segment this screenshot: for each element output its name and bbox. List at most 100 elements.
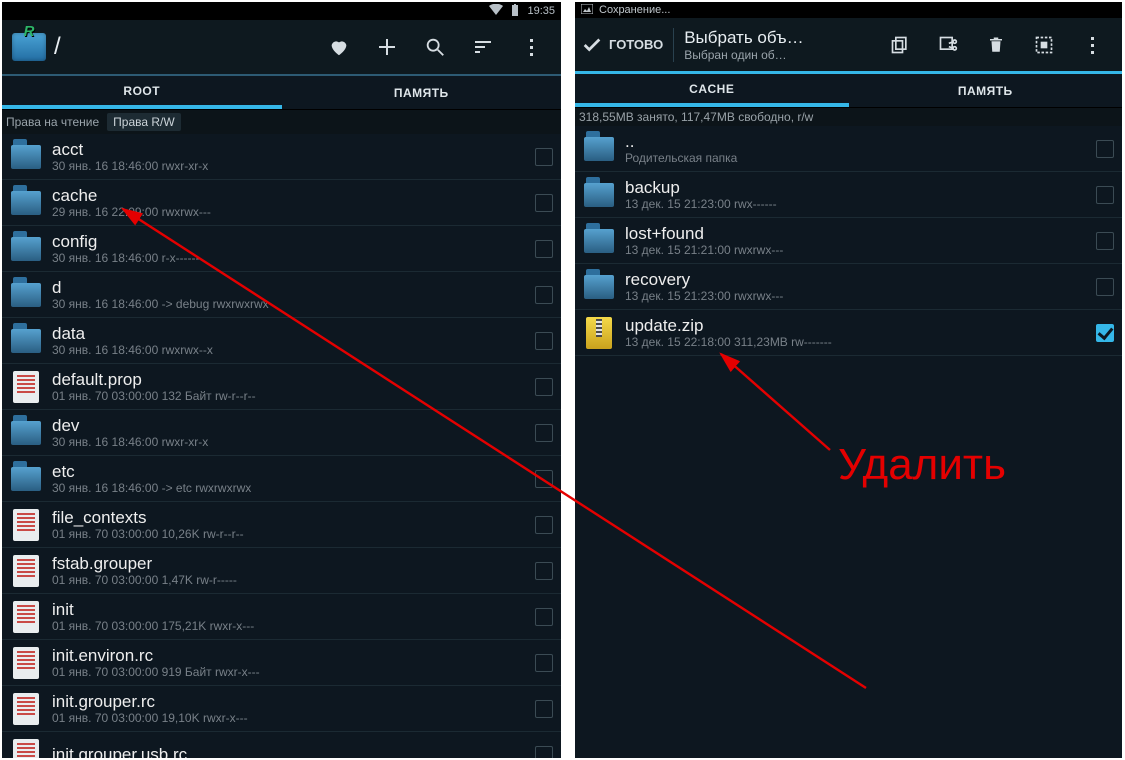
folder-icon	[579, 267, 619, 307]
item-name: d	[52, 278, 535, 297]
item-checkbox[interactable]	[1096, 324, 1114, 342]
item-meta: 13 дек. 15 21:23:00 rwx------	[625, 197, 1096, 211]
battery-icon	[511, 4, 519, 19]
list-item[interactable]: init01 янв. 70 03:00:00 175,21K rwxr-x--…	[2, 594, 561, 640]
overflow-icon[interactable]	[1068, 21, 1116, 69]
delete-icon[interactable]	[972, 21, 1020, 69]
picture-icon	[581, 4, 593, 17]
item-checkbox[interactable]	[1096, 140, 1114, 158]
folder-icon	[579, 175, 619, 215]
selection-title[interactable]: Выбрать объ… Выбран один об…	[684, 28, 803, 62]
item-name: init	[52, 600, 535, 619]
list-item[interactable]: init.grouper.rc01 янв. 70 03:00:00 19,10…	[2, 686, 561, 732]
item-checkbox[interactable]	[535, 378, 553, 396]
item-checkbox[interactable]	[535, 240, 553, 258]
tabs-left: ROOT ПАМЯТЬ	[2, 76, 561, 110]
file-icon	[6, 597, 46, 637]
wifi-icon	[489, 4, 503, 18]
item-name: lost+found	[625, 224, 1096, 243]
item-checkbox[interactable]	[535, 700, 553, 718]
item-meta: 13 дек. 15 22:18:00 311,23MB rw-------	[625, 335, 1096, 349]
list-item[interactable]: cache29 янв. 16 22:09:00 rwxrwx---	[2, 180, 561, 226]
list-item[interactable]: init.environ.rc01 янв. 70 03:00:00 919 Б…	[2, 640, 561, 686]
search-icon[interactable]	[411, 23, 459, 71]
list-item[interactable]: backup13 дек. 15 21:23:00 rwx------	[575, 172, 1122, 218]
item-name: init.grouper.usb.rc	[52, 745, 535, 758]
list-item[interactable]: update.zip13 дек. 15 22:18:00 311,23MB r…	[575, 310, 1122, 356]
item-name: etc	[52, 462, 535, 481]
item-meta: 30 янв. 16 18:46:00 -> debug rwxrwxrwx	[52, 297, 535, 311]
item-checkbox[interactable]	[1096, 278, 1114, 296]
item-checkbox[interactable]	[535, 470, 553, 488]
item-name: acct	[52, 140, 535, 159]
folder-icon	[6, 229, 46, 269]
item-checkbox[interactable]	[535, 516, 553, 534]
item-checkbox[interactable]	[1096, 186, 1114, 204]
list-item[interactable]: d30 янв. 16 18:46:00 -> debug rwxrwxrwx	[2, 272, 561, 318]
folder-icon	[579, 221, 619, 261]
list-item[interactable]: config30 янв. 16 18:46:00 r-x------	[2, 226, 561, 272]
folder-icon	[6, 137, 46, 177]
item-checkbox[interactable]	[535, 286, 553, 304]
list-item[interactable]: lost+found13 дек. 15 21:21:00 rwxrwx---	[575, 218, 1122, 264]
item-checkbox[interactable]	[535, 562, 553, 580]
tab-root[interactable]: ROOT	[2, 76, 282, 109]
item-meta: 30 янв. 16 18:46:00 rwxr-xr-x	[52, 435, 535, 449]
sort-icon[interactable]	[459, 23, 507, 71]
folder-icon	[6, 459, 46, 499]
list-item[interactable]: recovery13 дек. 15 21:23:00 rwxrwx---	[575, 264, 1122, 310]
perm-read-label: Права на чтение	[6, 115, 99, 129]
item-checkbox[interactable]	[535, 194, 553, 212]
done-button[interactable]: ГОТОВО	[581, 34, 663, 56]
item-meta: 30 янв. 16 18:46:00 r-x------	[52, 251, 535, 265]
item-name: update.zip	[625, 316, 1096, 335]
item-name: dev	[52, 416, 535, 435]
list-item[interactable]: fstab.grouper01 янв. 70 03:00:00 1,47K r…	[2, 548, 561, 594]
item-checkbox[interactable]	[535, 608, 553, 626]
select-all-icon[interactable]	[1020, 21, 1068, 69]
list-item[interactable]: default.prop01 янв. 70 03:00:00 132 Байт…	[2, 364, 561, 410]
folder-icon	[579, 129, 619, 169]
file-list-right: ..Родительская папкаbackup13 дек. 15 21:…	[575, 126, 1122, 356]
item-meta: Родительская папка	[625, 151, 1096, 165]
copy-icon[interactable]	[876, 21, 924, 69]
item-meta: 01 янв. 70 03:00:00 19,10K rwxr-x---	[52, 711, 535, 725]
cut-icon[interactable]	[924, 21, 972, 69]
item-meta: 13 дек. 15 21:21:00 rwxrwx---	[625, 243, 1096, 257]
folder-icon	[6, 183, 46, 223]
item-checkbox[interactable]	[1096, 232, 1114, 250]
list-item[interactable]: data30 янв. 16 18:46:00 rwxrwx--x	[2, 318, 561, 364]
folder-icon	[6, 321, 46, 361]
list-item[interactable]: file_contexts01 янв. 70 03:00:00 10,26K …	[2, 502, 561, 548]
perm-rw-toggle[interactable]: Права R/W	[107, 113, 181, 131]
tab-memory[interactable]: ПАМЯТЬ	[849, 74, 1123, 107]
item-checkbox[interactable]	[535, 424, 553, 442]
item-name: data	[52, 324, 535, 343]
list-item[interactable]: init.grouper.usb.rc	[2, 732, 561, 758]
item-checkbox[interactable]	[535, 654, 553, 672]
selection-title-text: Выбрать объ…	[684, 28, 803, 48]
file-icon	[6, 735, 46, 759]
current-path[interactable]: /	[54, 33, 61, 61]
pane-right: Сохранение... ГОТОВО Выбрать объ… Выбран…	[575, 2, 1122, 758]
list-item[interactable]: ..Родительская папка	[575, 126, 1122, 172]
list-item[interactable]: dev30 янв. 16 18:46:00 rwxr-xr-x	[2, 410, 561, 456]
action-bar-left: R /	[2, 20, 561, 76]
status-bar: 19:35	[2, 2, 561, 20]
tab-memory[interactable]: ПАМЯТЬ	[282, 76, 562, 109]
item-checkbox[interactable]	[535, 746, 553, 759]
list-item[interactable]: acct30 янв. 16 18:46:00 rwxr-xr-x	[2, 134, 561, 180]
item-name: backup	[625, 178, 1096, 197]
item-name: file_contexts	[52, 508, 535, 527]
tab-cache[interactable]: CACHE	[575, 74, 849, 107]
overflow-icon[interactable]	[507, 23, 555, 71]
item-checkbox[interactable]	[535, 148, 553, 166]
item-meta: 01 янв. 70 03:00:00 1,47K rw-r-----	[52, 573, 535, 587]
item-checkbox[interactable]	[535, 332, 553, 350]
add-icon[interactable]	[363, 23, 411, 71]
list-item[interactable]: etc30 янв. 16 18:46:00 -> etc rwxrwxrwx	[2, 456, 561, 502]
app-icon[interactable]: R	[8, 26, 50, 68]
item-name: init.grouper.rc	[52, 692, 535, 711]
favorite-icon[interactable]	[315, 23, 363, 71]
file-icon	[6, 367, 46, 407]
